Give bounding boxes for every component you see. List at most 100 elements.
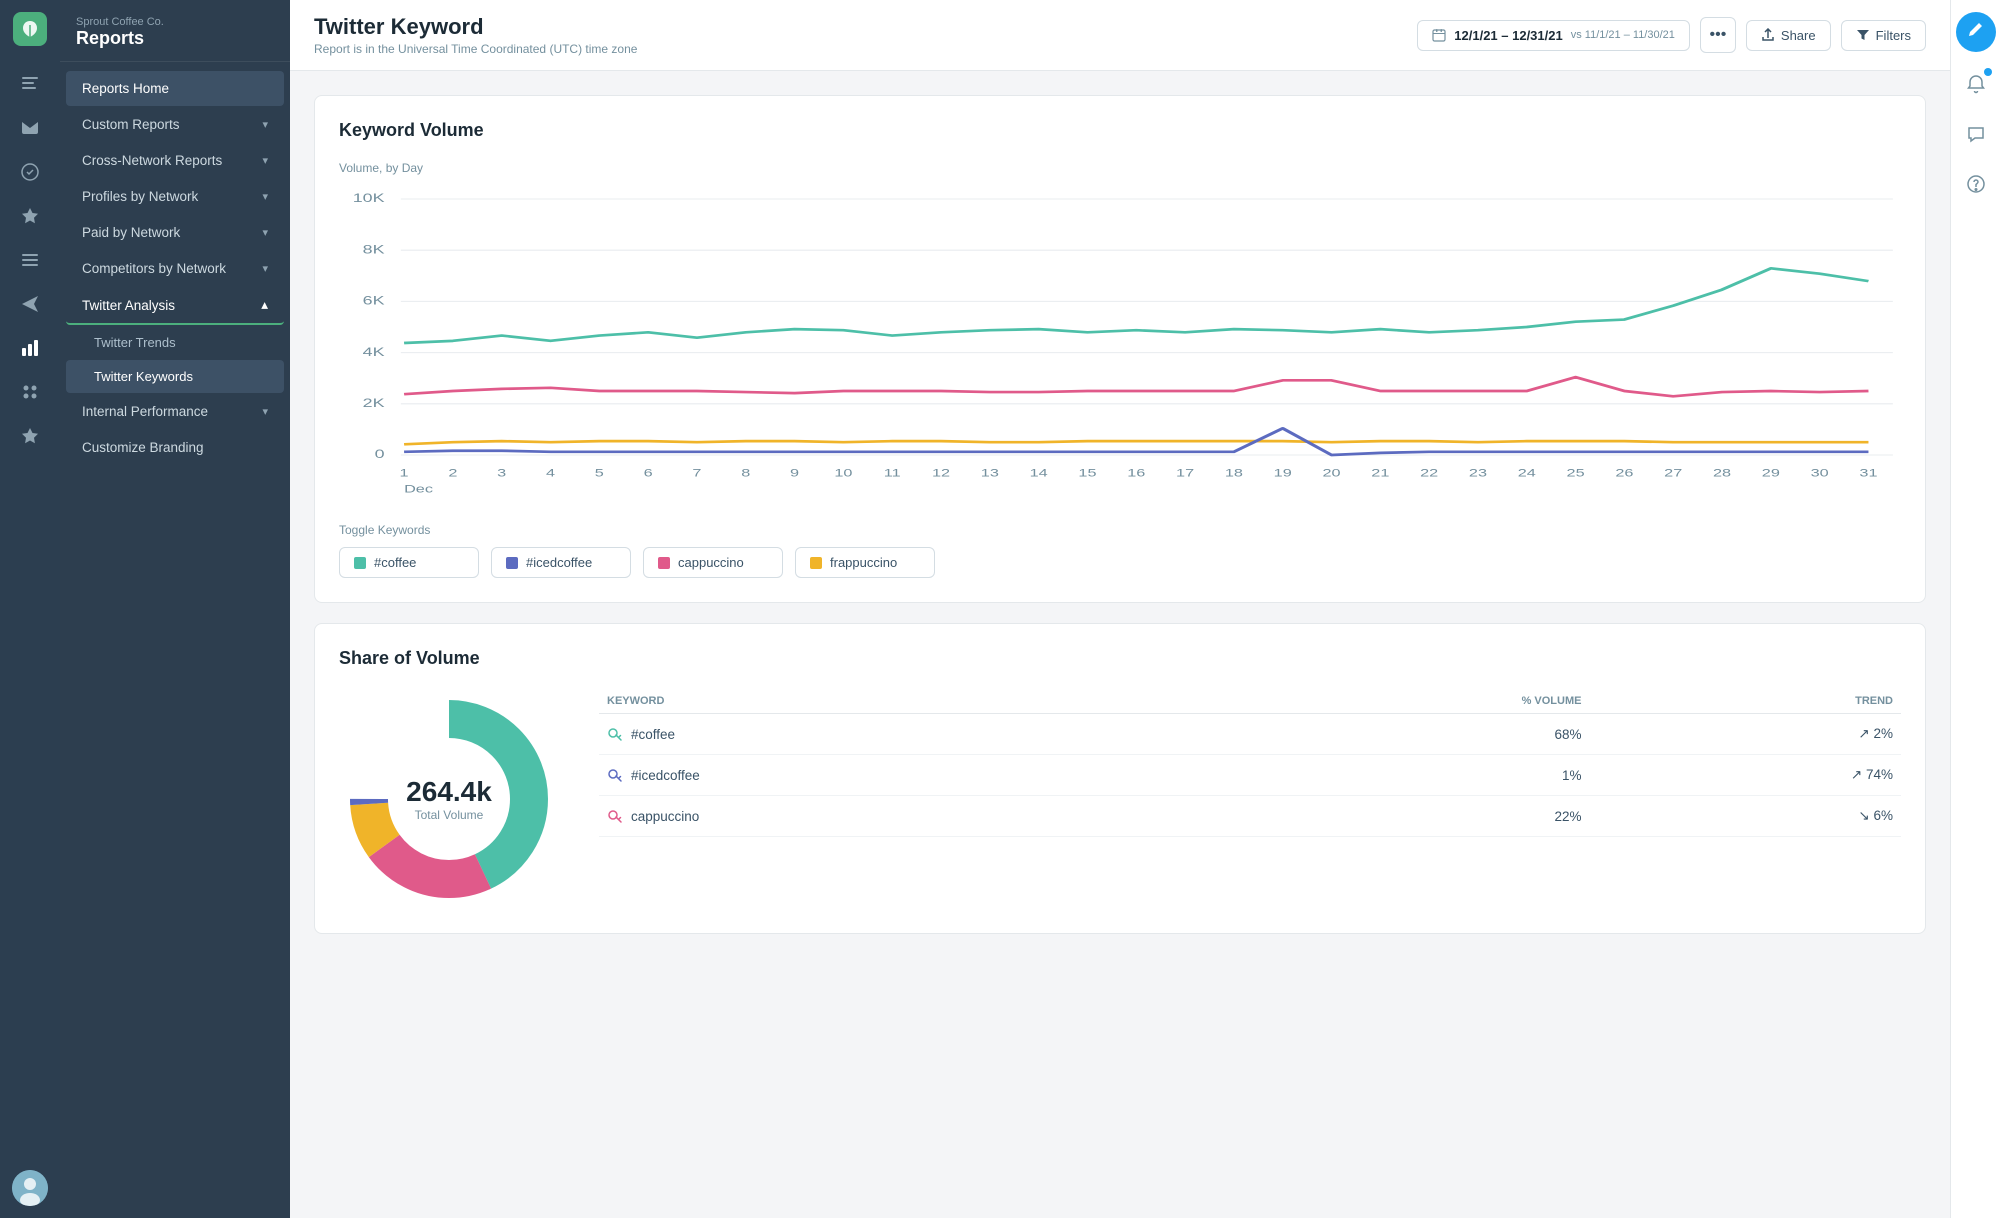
compose-button[interactable]	[1956, 12, 1996, 52]
keywords-toggle-row: #coffee #icedcoffee cappuccino frappucci…	[339, 547, 1901, 578]
sidebar-item-label: Customize Branding	[82, 440, 204, 455]
kw-toggle-coffee[interactable]: #coffee	[339, 547, 479, 578]
svg-text:30: 30	[1811, 467, 1830, 479]
sidebar-item-label: Cross-Network Reports	[82, 153, 222, 168]
sidebar-item-twitter-keywords[interactable]: Twitter Keywords	[66, 360, 284, 393]
sidebar-item-label: Twitter Analysis	[82, 298, 175, 313]
chevron-down-icon: ▾	[262, 190, 268, 203]
total-volume-number: 264.4k	[406, 776, 492, 808]
keyword-cell: #icedcoffee	[599, 755, 1182, 796]
header-left: Twitter Keyword Report is in the Univers…	[314, 14, 637, 56]
nav-icon-inbox[interactable]	[10, 108, 50, 148]
header-right: 12/1/21 – 12/31/21 vs 11/1/21 – 11/30/21…	[1417, 17, 1926, 53]
share-of-volume-card: Share of Volume	[314, 623, 1926, 934]
key-icon	[607, 808, 623, 824]
kw-color-dot	[506, 557, 518, 569]
more-options-button[interactable]: •••	[1700, 17, 1736, 53]
kw-color-dot	[354, 557, 366, 569]
svg-text:26: 26	[1615, 467, 1634, 479]
kw-toggle-frappuccino[interactable]: frappuccino	[795, 547, 935, 578]
sidebar-item-cross-network[interactable]: Cross-Network Reports ▾	[66, 143, 284, 178]
date-range-button[interactable]: 12/1/21 – 12/31/21 vs 11/1/21 – 11/30/21	[1417, 20, 1690, 51]
sidebar-item-customize-branding[interactable]: Customize Branding	[66, 430, 284, 465]
help-icon[interactable]	[1958, 166, 1994, 202]
kw-toggle-cappuccino[interactable]: cappuccino	[643, 547, 783, 578]
notification-badge	[1984, 68, 1992, 76]
nav-icon-pin[interactable]	[10, 196, 50, 236]
notifications-icon[interactable]	[1958, 66, 1994, 102]
sidebar-item-paid-by-network[interactable]: Paid by Network ▾	[66, 215, 284, 250]
svg-text:6K: 6K	[363, 295, 385, 308]
svg-text:14: 14	[1030, 467, 1049, 479]
trend-value: ↗ 74%	[1589, 755, 1901, 796]
nav-icon-apps[interactable]	[10, 372, 50, 412]
keyword-name: #coffee	[631, 727, 675, 742]
compose-icon	[1966, 22, 1986, 42]
report-title: Twitter Keyword	[314, 14, 637, 40]
sidebar-item-twitter-trends[interactable]: Twitter Trends	[66, 326, 284, 359]
col-keyword: Keyword	[599, 689, 1182, 714]
kw-toggle-icedcoffee[interactable]: #icedcoffee	[491, 547, 631, 578]
keyword-name: #icedcoffee	[631, 768, 700, 783]
logo-area	[13, 12, 47, 48]
filters-button[interactable]: Filters	[1841, 20, 1926, 51]
date-range-text: 12/1/21 – 12/31/21	[1454, 28, 1562, 43]
svg-text:6: 6	[644, 467, 653, 479]
feedback-icon[interactable]	[1958, 116, 1994, 152]
chevron-down-icon: ▾	[262, 154, 268, 167]
sidebar-item-competitors-by-network[interactable]: Competitors by Network ▾	[66, 251, 284, 286]
table-row: #icedcoffee 1% ↗ 74%	[599, 755, 1901, 796]
svg-text:0: 0	[375, 448, 385, 461]
user-avatar[interactable]	[12, 1170, 48, 1206]
report-subtitle: Report is in the Universal Time Coordina…	[314, 42, 637, 56]
keyword-volume-title: Keyword Volume	[339, 120, 1901, 141]
share-label: Share	[1781, 28, 1816, 43]
svg-text:15: 15	[1078, 467, 1097, 479]
chart-label: Volume, by Day	[339, 161, 1901, 175]
nav-icon-send[interactable]	[10, 284, 50, 324]
chevron-down-icon: ▾	[262, 118, 268, 131]
share-icon	[1761, 28, 1775, 42]
sidebar-item-label: Custom Reports	[82, 117, 180, 132]
keyword-volume-card: Keyword Volume Volume, by Day 10K 8K 6K …	[314, 95, 1926, 603]
sprout-logo[interactable]	[13, 12, 47, 46]
chevron-down-icon: ▾	[262, 405, 268, 418]
chart-container: 10K 8K 6K 4K 2K 0 1	[339, 183, 1901, 503]
svg-text:28: 28	[1713, 467, 1732, 479]
share-of-volume-title: Share of Volume	[339, 648, 1901, 669]
question-icon	[1966, 174, 1986, 194]
nav-icon-publish[interactable]	[10, 64, 50, 104]
bell-icon	[1966, 74, 1986, 94]
sidebar-item-internal-performance[interactable]: Internal Performance ▾	[66, 394, 284, 429]
sidebar-item-profiles-by-network[interactable]: Profiles by Network ▾	[66, 179, 284, 214]
chevron-down-icon: ▾	[262, 262, 268, 275]
sidebar-item-label: Profiles by Network	[82, 189, 198, 204]
svg-text:4K: 4K	[363, 346, 385, 359]
svg-text:25: 25	[1567, 467, 1586, 479]
kw-color-dot	[810, 557, 822, 569]
nav-icon-tasks[interactable]	[10, 152, 50, 192]
company-name: Sprout Coffee Co.	[76, 16, 274, 28]
sidebar-item-label: Competitors by Network	[82, 261, 226, 276]
table-row: cappuccino 22% ↘ 6%	[599, 796, 1901, 837]
key-icon	[607, 726, 623, 742]
svg-text:10: 10	[834, 467, 853, 479]
total-volume-label: Total Volume	[406, 808, 492, 822]
icon-bar	[0, 0, 60, 1218]
col-volume: % Volume	[1182, 689, 1589, 714]
sidebar-item-custom-reports[interactable]: Custom Reports ▾	[66, 107, 284, 142]
nav-icon-star[interactable]	[10, 416, 50, 456]
svg-text:20: 20	[1322, 467, 1341, 479]
share-button[interactable]: Share	[1746, 20, 1831, 51]
nav-icon-lists[interactable]	[10, 240, 50, 280]
svg-text:23: 23	[1469, 467, 1488, 479]
keyword-cell: cappuccino	[599, 796, 1182, 837]
nav-icon-reports[interactable]	[10, 328, 50, 368]
svg-text:8: 8	[741, 467, 750, 479]
sidebar-item-label: Paid by Network	[82, 225, 180, 240]
sidebar: Sprout Coffee Co. Reports Reports Home C…	[60, 0, 290, 1218]
sidebar-item-twitter-analysis[interactable]: Twitter Analysis ▴	[66, 287, 284, 325]
sidebar-item-reports-home[interactable]: Reports Home	[66, 71, 284, 106]
dots-icon: •••	[1710, 26, 1727, 44]
keyword-cell: #coffee	[599, 714, 1182, 755]
